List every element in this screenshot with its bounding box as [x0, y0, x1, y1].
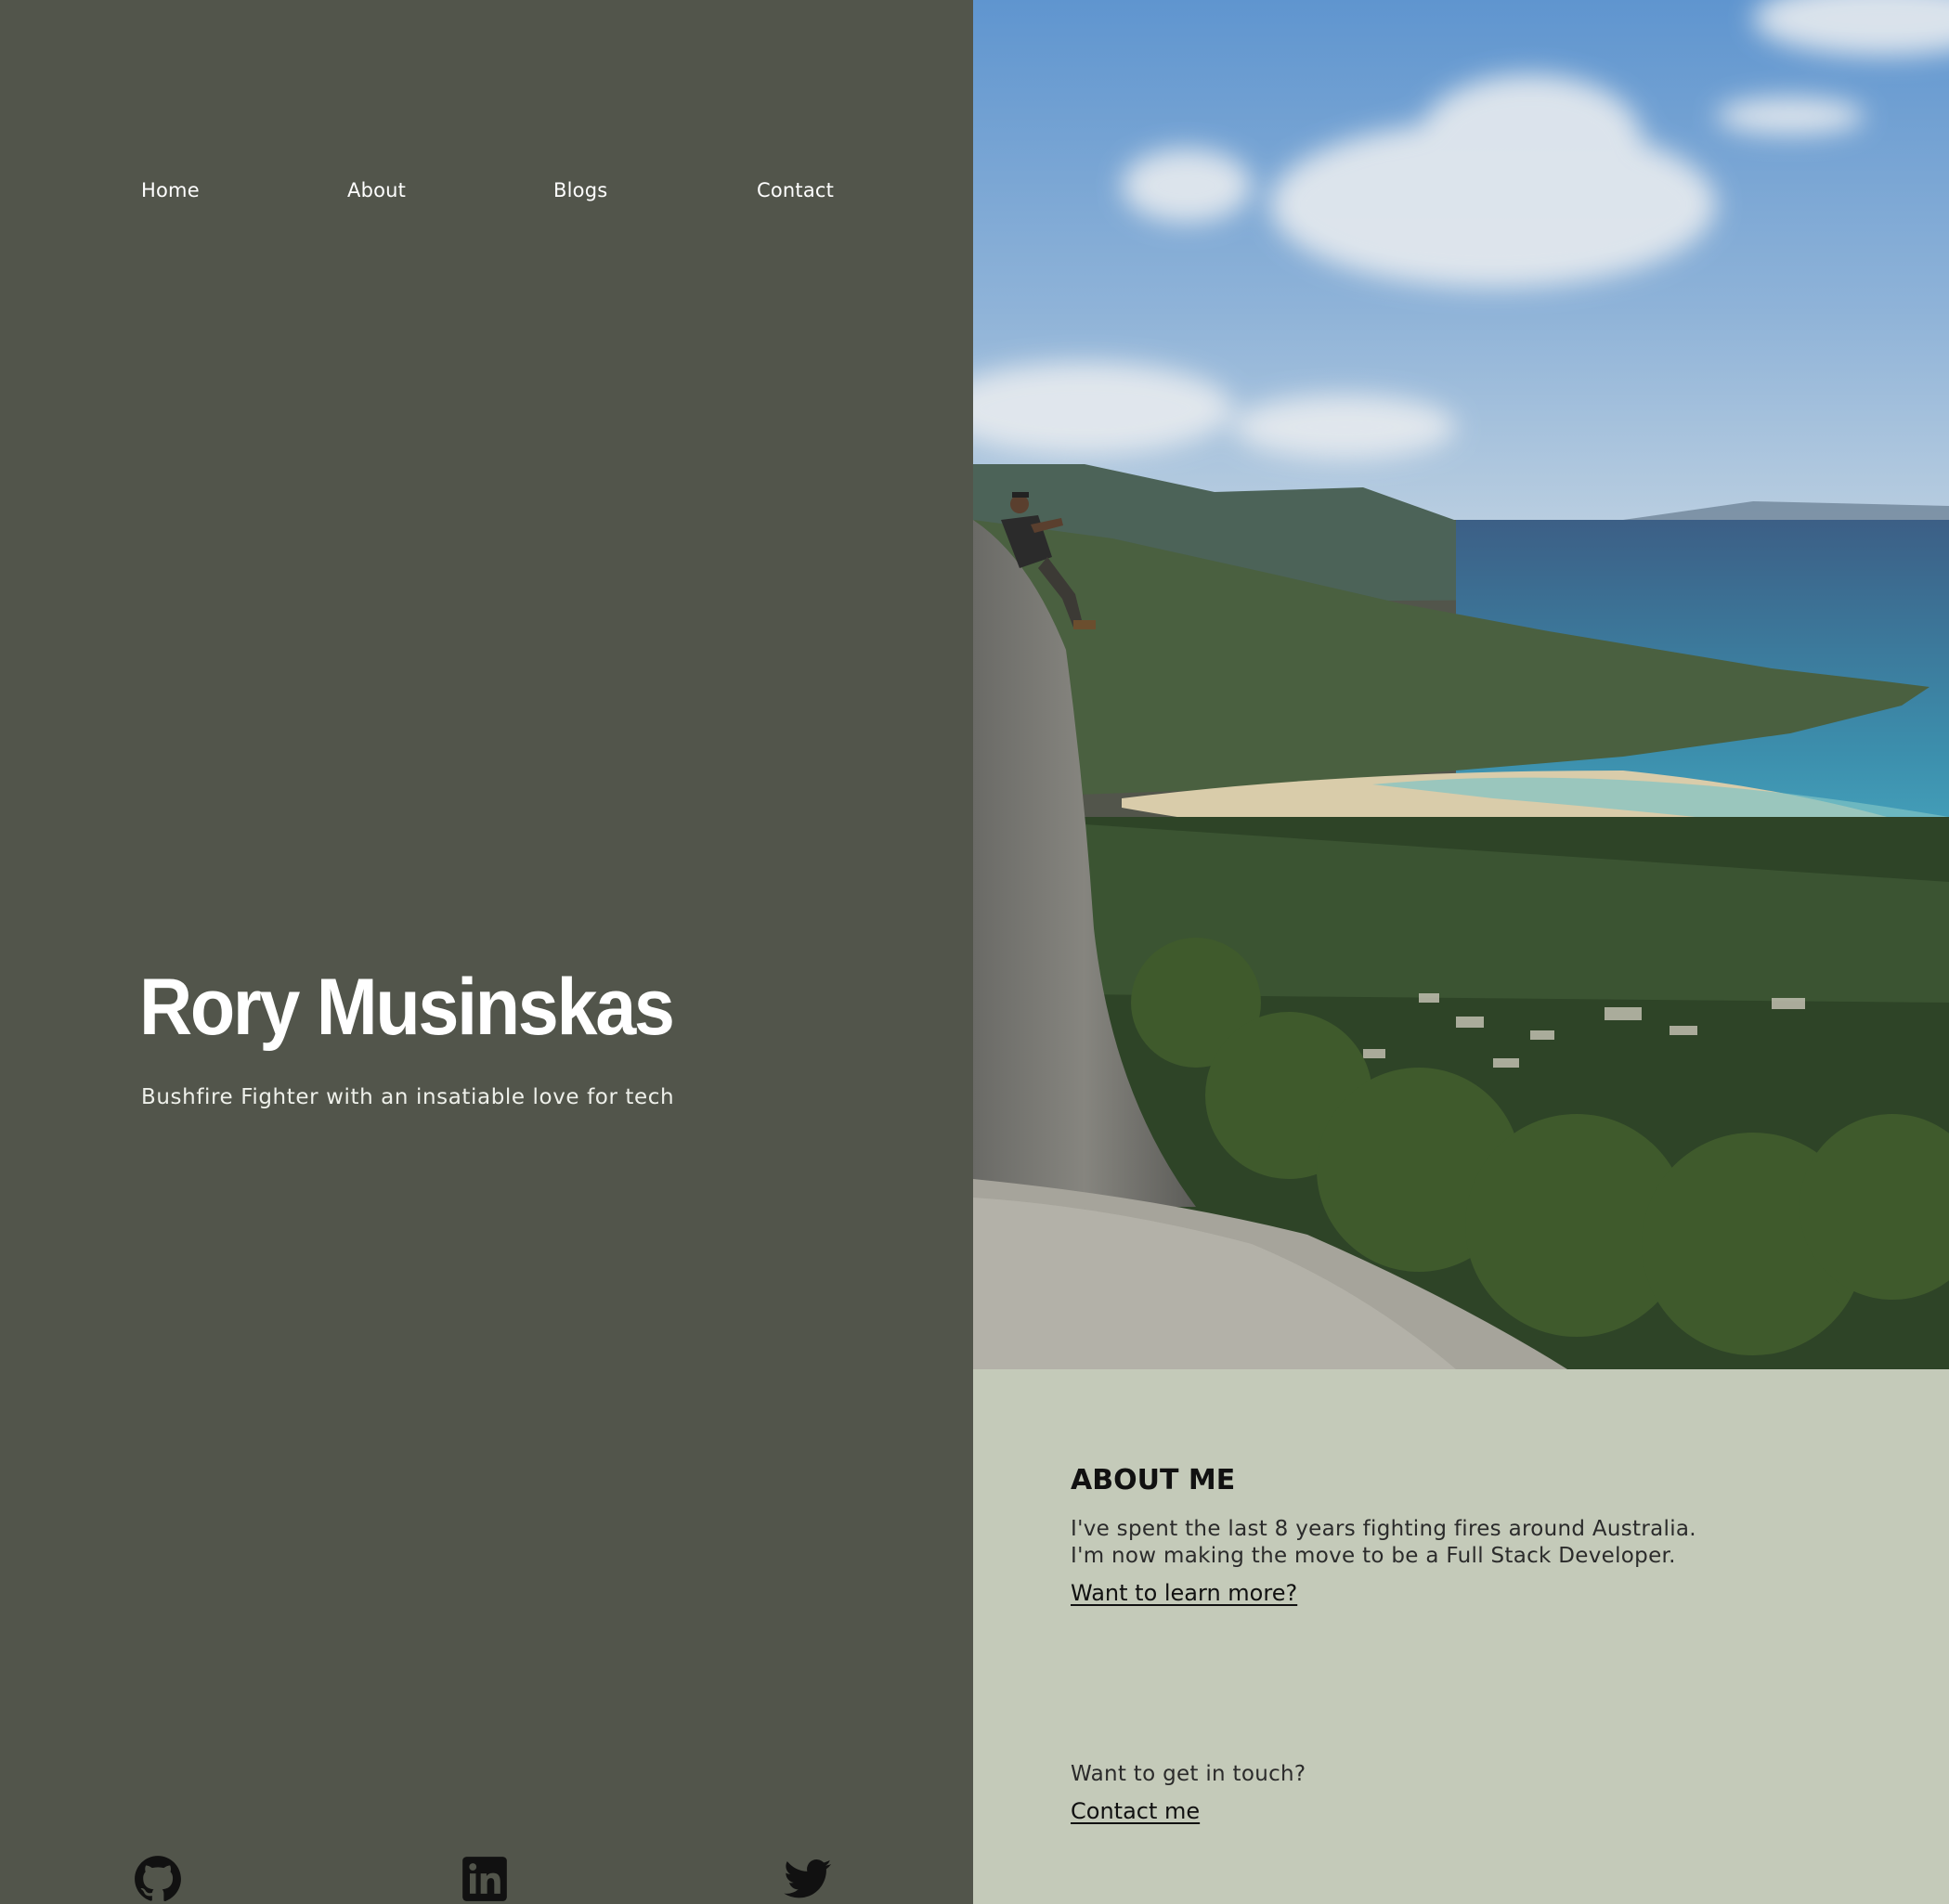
contact-me-link[interactable]: Contact me [1071, 1796, 1200, 1826]
nav-contact-link[interactable]: Contact [757, 176, 834, 204]
nav-about-link[interactable]: About [347, 176, 406, 204]
github-link[interactable] [134, 1855, 182, 1903]
nav-blogs-link[interactable]: Blogs [553, 176, 607, 204]
linkedin-link[interactable] [461, 1855, 509, 1903]
twitter-link[interactable] [784, 1855, 832, 1903]
left-panel: Home About Blogs Contact Rory Musinskas … [0, 0, 973, 1904]
hero-name: Rory Musinskas [139, 963, 675, 1052]
learn-more-link[interactable]: Want to learn more? [1071, 1578, 1297, 1608]
twitter-icon [784, 1859, 832, 1898]
about-section: ABOUT ME I've spent the last 8 years fig… [973, 1369, 1949, 1904]
nav-home-link[interactable]: Home [141, 176, 200, 204]
github-icon [135, 1856, 181, 1901]
main-nav: Home About Blogs Contact [141, 176, 834, 204]
get-in-touch-text: Want to get in touch? [1071, 1762, 1306, 1786]
hero-tagline: Bushfire Fighter with an insatiable love… [141, 1085, 675, 1109]
linkedin-icon [462, 1857, 507, 1901]
hero-photo [973, 0, 1949, 1369]
about-line-2: I'm now making the move to be a Full Sta… [1071, 1544, 1676, 1568]
about-title: ABOUT ME [1071, 1464, 1236, 1496]
about-description: I've spent the last 8 years fighting fir… [1071, 1516, 1869, 1570]
about-line-1: I've spent the last 8 years fighting fir… [1071, 1517, 1696, 1541]
